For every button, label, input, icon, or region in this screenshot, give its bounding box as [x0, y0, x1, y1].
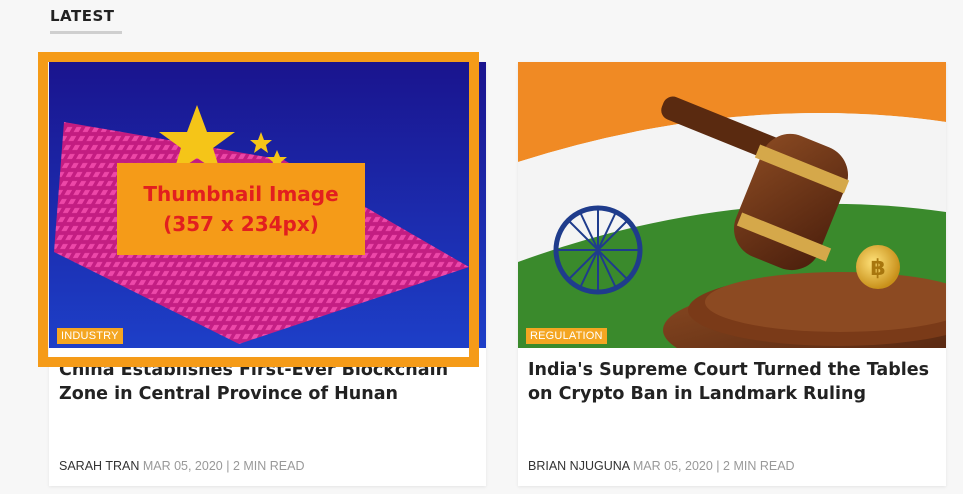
thumbnail-size-annotation: Thumbnail Image (357 x 234px): [117, 163, 365, 255]
article-card-china[interactable]: INDUSTRY China Establishes First-Ever Bl…: [49, 62, 486, 486]
article-title[interactable]: India's Supreme Court Turned the Tables …: [528, 358, 938, 406]
article-author[interactable]: SARAH TRAN: [59, 459, 139, 473]
section-title: LATEST: [50, 7, 115, 25]
article-author[interactable]: BRIAN NJUGUNA: [528, 459, 629, 473]
category-badge[interactable]: REGULATION: [526, 328, 607, 344]
article-title[interactable]: China Establishes First-Ever Blockchain …: [59, 358, 469, 406]
india-gavel-image: ฿: [518, 62, 946, 348]
article-date: MAR 05, 2020: [142, 459, 223, 473]
article-meta: BRIAN NJUGUNA MAR 05, 2020 | 2 MIN READ: [528, 459, 795, 473]
meta-separator: |: [226, 459, 230, 473]
article-read-time: 2 MIN READ: [723, 459, 795, 473]
svg-text:฿: ฿: [870, 256, 885, 281]
article-card-india[interactable]: ฿ REGULATION India's Supreme Court Turne…: [518, 62, 946, 486]
annotation-line-1: Thumbnail Image: [143, 182, 339, 206]
article-date: MAR 05, 2020: [632, 459, 713, 473]
category-badge[interactable]: INDUSTRY: [57, 328, 123, 344]
article-read-time: 2 MIN READ: [232, 459, 305, 473]
annotation-line-2: (357 x 234px): [163, 212, 319, 236]
section-title-underline: [50, 31, 122, 34]
meta-separator: |: [716, 459, 720, 473]
article-thumbnail-india[interactable]: ฿ REGULATION: [518, 62, 946, 348]
article-meta: SARAH TRAN MAR 05, 2020 | 2 MIN READ: [59, 459, 305, 473]
